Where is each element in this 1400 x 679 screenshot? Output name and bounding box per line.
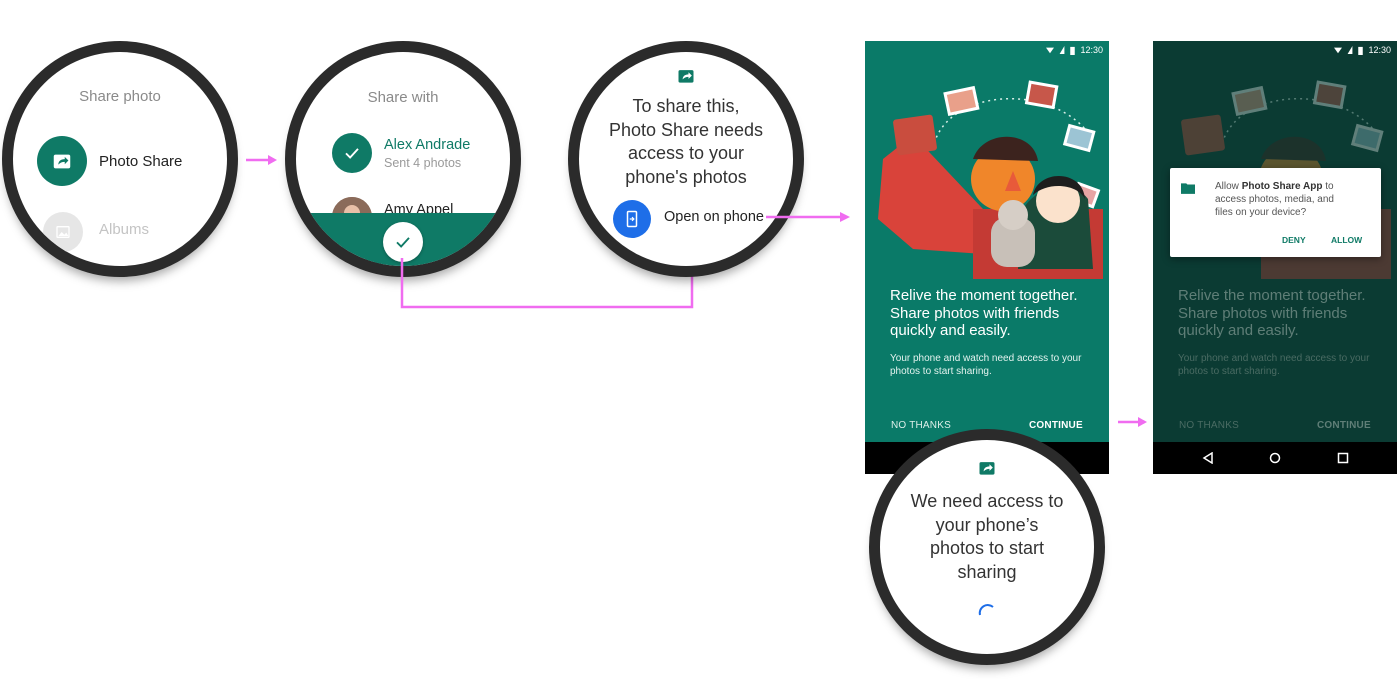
- dialog-text-post: to: [1322, 181, 1334, 192]
- back-icon[interactable]: [1202, 452, 1214, 464]
- status-time: 12:30: [1368, 45, 1391, 55]
- flow-arrow-3: [766, 212, 850, 222]
- photo-share-icon: [676, 66, 696, 86]
- headline: Relive the moment together. Share photos…: [890, 287, 1078, 340]
- headline-line: Relive the moment together.: [890, 287, 1078, 304]
- watch-share-with: Share with Alex Andrade Sent 4 photos Am…: [285, 41, 521, 277]
- home-icon[interactable]: [1269, 452, 1281, 464]
- nav-bar: [1153, 442, 1397, 474]
- headline: Relive the moment together. Share photos…: [1178, 287, 1366, 340]
- watch-title: Share photo: [79, 88, 161, 105]
- battery-icon: [1070, 46, 1076, 55]
- body-text: Your phone and watch need access to your…: [890, 352, 1081, 378]
- wifi-icon: [1046, 47, 1055, 54]
- no-thanks-button[interactable]: NO THANKS: [1179, 420, 1239, 431]
- image-icon: [56, 226, 70, 238]
- message-line: Photo Share needs: [608, 119, 764, 140]
- access-message: To share this, Photo Share needs access …: [579, 95, 793, 189]
- signal-icon: [1060, 46, 1065, 54]
- open-on-phone-label[interactable]: Open on phone: [664, 209, 764, 225]
- share-arrow-icon: [678, 70, 694, 83]
- access-message: We need access to your phone’s photos to…: [880, 490, 1094, 584]
- flow-arrow-1: [246, 155, 277, 165]
- confirm-button[interactable]: [383, 222, 423, 262]
- dialog-line: access photos, media, and: [1215, 194, 1334, 205]
- dialog-app-name: Photo Share App: [1241, 181, 1323, 192]
- dialog-text-pre: Allow: [1215, 181, 1242, 192]
- photo-share-app-icon[interactable]: [37, 136, 87, 186]
- contact-selected-badge[interactable]: [332, 133, 372, 173]
- recents-icon[interactable]: [1337, 452, 1349, 464]
- status-time: 12:30: [1080, 45, 1103, 55]
- share-arrow-icon: [53, 154, 71, 169]
- message-line: We need access to: [910, 491, 1064, 511]
- body-text: Your phone and watch need access to your…: [1178, 352, 1369, 378]
- flow-arrow-4: [1118, 417, 1147, 427]
- watch-needs-access: To share this, Photo Share needs access …: [568, 41, 804, 277]
- continue-button[interactable]: CONTINUE: [1029, 420, 1083, 431]
- wifi-icon: [1334, 47, 1343, 54]
- battery-icon: [1358, 46, 1364, 55]
- headline-line: Share photos with friends: [1178, 304, 1348, 322]
- share-arrow-icon: [979, 462, 995, 475]
- albums-icon[interactable]: [43, 212, 83, 252]
- allow-button[interactable]: ALLOW: [1331, 235, 1362, 245]
- illustration-selfie: [878, 80, 1103, 279]
- status-bar: 12:30: [865, 41, 1109, 59]
- photo-share-icon: [977, 458, 997, 478]
- status-bar: 12:30: [1153, 41, 1397, 59]
- message-line: access to your: [627, 143, 745, 163]
- check-icon: [396, 237, 410, 248]
- phone-permission-dialog-screen: 12:30 Allow Photo Share App to access ph…: [1153, 41, 1397, 474]
- photo-share-label[interactable]: Photo Share: [99, 153, 182, 170]
- headline-line: Share photos with friends: [890, 304, 1060, 322]
- watch-need-access-loading: We need access to your phone’s photos to…: [869, 429, 1105, 665]
- permission-dialog: Allow Photo Share App to access photos, …: [1170, 168, 1381, 257]
- loading-spinner-icon: [978, 604, 994, 616]
- check-icon: [345, 148, 359, 159]
- message-line: To share this,: [632, 96, 740, 116]
- headline-line: Relive the moment together.: [1178, 287, 1366, 304]
- deny-button[interactable]: DENY: [1282, 235, 1306, 245]
- headline-line: quickly and easily.: [890, 322, 1011, 339]
- message-line: phone's photos: [625, 166, 747, 187]
- contact-subtitle: Sent 4 photos: [384, 156, 462, 170]
- message-line: sharing: [957, 561, 1017, 582]
- dialog-line: files on your device?: [1215, 207, 1307, 218]
- albums-label[interactable]: Albums: [99, 221, 149, 238]
- folder-icon: [1181, 183, 1195, 194]
- phone-permission-screen: 12:30 Relive the moment together. Share …: [865, 41, 1109, 474]
- message-line: your phone’s: [935, 514, 1039, 535]
- dialog-message: Allow Photo Share App to access photos, …: [1215, 180, 1334, 219]
- headline-line: quickly and easily.: [1178, 322, 1299, 339]
- open-on-phone-button[interactable]: [613, 200, 651, 238]
- body-line: Your phone and watch need access to your: [1178, 353, 1370, 364]
- message-line: photos to start: [929, 538, 1045, 558]
- continue-button[interactable]: CONTINUE: [1317, 420, 1371, 431]
- body-line: photos to start sharing.: [1178, 366, 1280, 377]
- watch-title: Share with: [367, 89, 439, 106]
- body-line: Your phone and watch need access to your: [890, 353, 1082, 364]
- signal-icon: [1348, 46, 1353, 54]
- no-thanks-button[interactable]: NO THANKS: [891, 420, 951, 431]
- phone-open-icon: [626, 210, 638, 228]
- body-line: photos to start sharing.: [890, 366, 992, 377]
- watch-share-photo: Share photo Photo Share Albums: [2, 41, 238, 277]
- contact-name[interactable]: Alex Andrade: [384, 137, 470, 153]
